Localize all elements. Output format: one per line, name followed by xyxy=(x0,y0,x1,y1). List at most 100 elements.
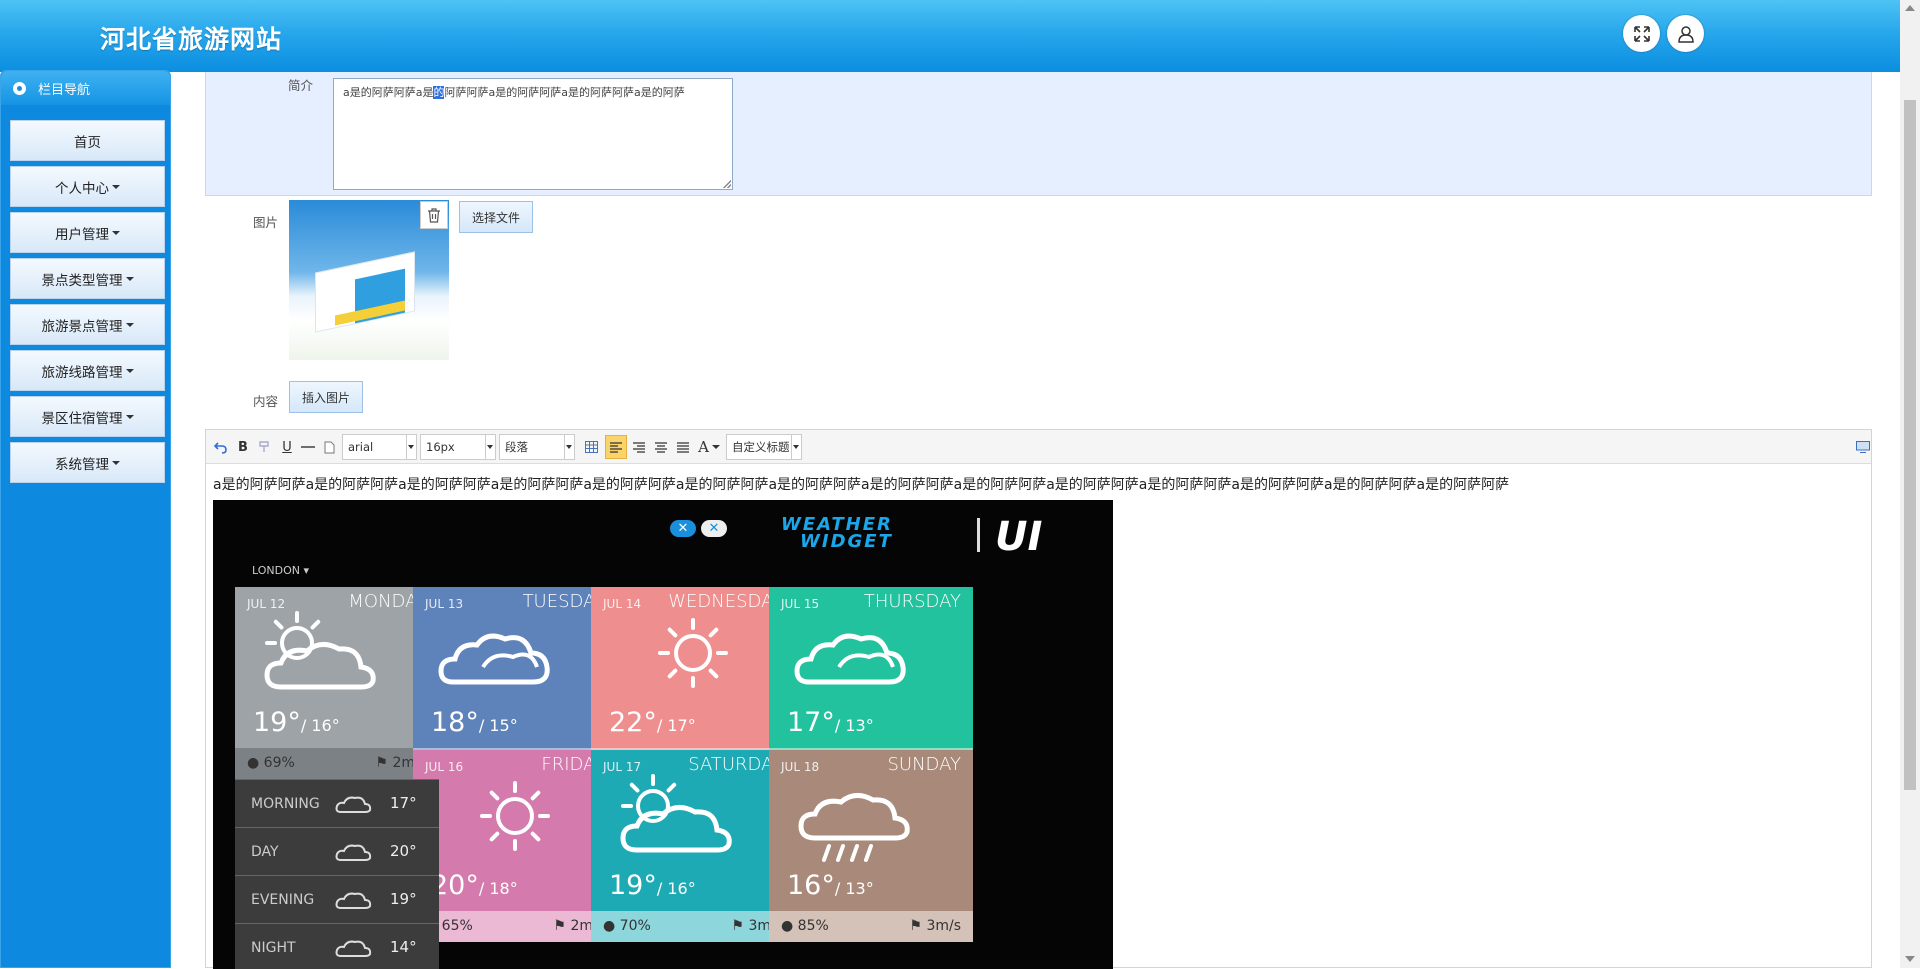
nav-dot-icon xyxy=(13,81,26,95)
font-size-select[interactable]: 16px xyxy=(420,434,496,460)
scrollbar-thumb[interactable] xyxy=(1904,100,1916,790)
site-title: 河北省旅游网站 xyxy=(100,25,283,54)
card-date: JUL 17 xyxy=(603,760,642,774)
detail-name: DAY xyxy=(251,844,279,860)
card-temp: 17°/ 13° xyxy=(787,707,874,738)
custom-title-select[interactable]: 自定义标题 xyxy=(726,434,802,460)
sidebar-item-label: 用户管理 xyxy=(55,226,109,243)
description-selection: 的 xyxy=(433,86,445,99)
detail-weather-icon xyxy=(335,844,372,861)
city-label: LONDON xyxy=(252,564,300,577)
weather-detail-row: MORNING 17° xyxy=(235,779,439,827)
undo-button[interactable] xyxy=(212,438,228,456)
sidebar-item-label: 旅游线路管理 xyxy=(41,364,123,381)
dropdown-icon xyxy=(408,445,414,449)
sidebar-item-label: 旅游景点管理 xyxy=(41,318,123,335)
card-top: JUL 16 FRIDAY 20°/ 18° xyxy=(413,750,617,911)
card-wind: ⚑ 3m/s xyxy=(909,918,961,934)
scroll-down-icon[interactable] xyxy=(1905,956,1915,962)
font-color-button[interactable]: A xyxy=(697,438,721,456)
card-date: JUL 12 xyxy=(247,597,286,611)
card-humidity: ● 69% xyxy=(247,755,295,771)
weather-widget-image: ✕ ✕ WEATHER WIDGET UI LONDON ▾ JUL 12 MO… xyxy=(213,500,1113,969)
sidebar: 栏目导航 首页 个人中心 用户管理 景点类型管理 旅游景点管理 旅游线路管理 景… xyxy=(0,70,171,968)
detail-name: EVENING xyxy=(251,892,315,908)
weather-logo: WEATHER WIDGET xyxy=(781,516,893,551)
align-justify-icon xyxy=(677,441,689,453)
caret-down-icon xyxy=(125,276,134,281)
sidebar-item-profile[interactable]: 个人中心 xyxy=(10,166,165,207)
card-top: JUL 12 MONDAY 19°/ 16° xyxy=(235,587,439,748)
sidebar-item-label: 个人中心 xyxy=(55,180,109,197)
underline-button[interactable]: U xyxy=(280,438,294,456)
card-temp: 19°/ 16° xyxy=(253,707,340,738)
delete-image-button[interactable] xyxy=(420,201,448,229)
fullscreen-editor-button[interactable] xyxy=(1855,438,1871,456)
logo-ui: UI xyxy=(995,514,1043,560)
description-textarea[interactable]: a是的阿萨阿萨a是的阿萨阿萨a是的阿萨阿萨a是的阿萨阿萨a是的阿萨 xyxy=(333,78,733,190)
paragraph-select[interactable]: 段落 xyxy=(499,434,575,460)
sidebar-item-home[interactable]: 首页 xyxy=(10,120,165,161)
caret-down-icon xyxy=(112,230,120,235)
card-day: THURSDAY xyxy=(863,591,961,612)
card-top: JUL 17 SATURDAY 19°/ 16° xyxy=(591,750,795,911)
card-bottom: ● 65% ⚑ 2m/s xyxy=(413,911,617,942)
caret-down-icon xyxy=(125,368,134,373)
align-justify-button[interactable] xyxy=(675,438,691,456)
card-temp: 16°/ 13° xyxy=(787,870,874,901)
sidebar-item-scenic-spots[interactable]: 旅游景点管理 xyxy=(10,304,165,345)
align-left-icon xyxy=(610,441,622,453)
card-date: JUL 15 xyxy=(781,597,820,611)
detail-name: NIGHT xyxy=(251,940,296,956)
font-family-select[interactable]: arial xyxy=(342,434,417,460)
font-size-value: 16px xyxy=(426,440,455,454)
scroll-up-icon[interactable] xyxy=(1905,5,1915,11)
detail-weather-icon xyxy=(335,892,372,909)
caret-down-icon xyxy=(125,414,134,419)
sidebar-header: 栏目导航 xyxy=(1,71,170,105)
choose-file-button[interactable]: 选择文件 xyxy=(459,201,534,233)
circle-x-icon: ✕ xyxy=(701,520,727,537)
page-button[interactable] xyxy=(322,438,336,456)
card-top: JUL 14 WEDNESDAY 22°/ 17° xyxy=(591,587,795,748)
dropdown-icon xyxy=(487,445,493,449)
insert-image-button[interactable]: 插入图片 xyxy=(289,381,364,413)
user-button[interactable] xyxy=(1667,15,1704,52)
editor-body-text[interactable]: a是的阿萨阿萨a是的阿萨阿萨a是的阿萨阿萨a是的阿萨阿萨a是的阿萨阿萨a是的阿萨… xyxy=(213,474,1509,494)
resize-handle[interactable] xyxy=(723,180,731,188)
dropdown-icon xyxy=(793,445,799,449)
card-bottom: ● 69% ⚑ 2m/s xyxy=(235,748,439,779)
sidebar-item-lodging[interactable]: 景区住宿管理 xyxy=(10,396,165,437)
detail-temp: 17° xyxy=(390,794,417,812)
weather-card: JUL 17 SATURDAY 19°/ 16° ● 70% ⚑ 3m/s xyxy=(591,750,795,942)
card-top: JUL 13 TUESDAY 18°/ 15° xyxy=(413,587,617,748)
sidebar-item-scenic-types[interactable]: 景点类型管理 xyxy=(10,258,165,299)
horizontal-rule-icon xyxy=(301,446,315,448)
card-temp: 19°/ 16° xyxy=(609,870,696,901)
page-icon xyxy=(324,441,334,453)
circle-x-icon: ✕ xyxy=(670,520,696,537)
align-right-button[interactable] xyxy=(631,438,647,456)
bold-button[interactable]: B xyxy=(236,438,250,456)
weather-card: JUL 16 FRIDAY 20°/ 18° ● 65% ⚑ 2m/s xyxy=(413,750,617,942)
detail-weather-icon xyxy=(335,940,372,957)
card-temp: 18°/ 15° xyxy=(431,707,518,738)
table-icon xyxy=(584,441,598,453)
sidebar-item-label: 景区住宿管理 xyxy=(41,410,123,427)
align-left-button[interactable] xyxy=(605,435,627,459)
page-scrollbar[interactable] xyxy=(1900,0,1920,968)
sidebar-item-routes[interactable]: 旅游线路管理 xyxy=(10,350,165,391)
detail-weather-icon xyxy=(335,796,372,813)
detail-temp: 20° xyxy=(390,842,417,860)
align-center-icon xyxy=(655,441,667,453)
horizontal-rule-button[interactable] xyxy=(300,438,316,456)
align-center-button[interactable] xyxy=(653,438,669,456)
format-painter-button[interactable] xyxy=(258,438,272,456)
table-button[interactable] xyxy=(583,438,599,456)
sidebar-item-system[interactable]: 系统管理 xyxy=(10,442,165,483)
card-temp: 20°/ 18° xyxy=(431,870,518,901)
trash-icon xyxy=(428,207,440,223)
fullscreen-button[interactable] xyxy=(1623,15,1660,52)
weather-card: JUL 18 SUNDAY 16°/ 13° ● 85% ⚑ 3m/s xyxy=(769,750,973,942)
sidebar-item-users[interactable]: 用户管理 xyxy=(10,212,165,253)
